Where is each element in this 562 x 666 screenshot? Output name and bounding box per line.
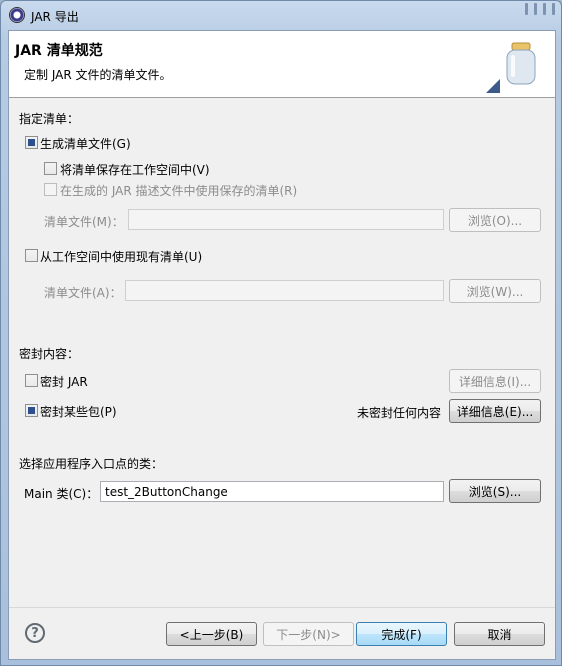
reuse-manifest-checkbox[interactable] [44, 183, 57, 196]
back-button[interactable]: <上一步(B) [166, 622, 257, 646]
entry-section-label: 选择应用程序入口点的类： [19, 457, 164, 471]
eclipse-icon [9, 7, 25, 23]
seal-section-label: 密封内容： [19, 347, 80, 361]
manifest-section-label: 指定清单： [19, 112, 80, 126]
manifest-file-input[interactable] [128, 209, 444, 230]
cancel-button[interactable]: 取消 [454, 622, 545, 646]
browse-existing-manifest-button[interactable]: 浏览(W)... [449, 279, 541, 303]
save-manifest-checkbox[interactable] [44, 162, 57, 175]
main-class-label: Main 类(C)： [24, 487, 99, 501]
header-banner: JAR 清单规范 定制 JAR 文件的清单文件。 [9, 31, 555, 98]
seal-packages-checkbox[interactable] [25, 404, 38, 417]
window-controls [525, 3, 555, 15]
page-title: JAR 清单规范 [15, 43, 103, 59]
seal-jar-details-button[interactable]: 详细信息(I)... [449, 369, 541, 393]
wizard-corner-icon [486, 79, 500, 93]
existing-manifest-file-input[interactable] [125, 280, 444, 301]
control-mark [525, 3, 528, 15]
generate-manifest-checkbox[interactable] [25, 136, 38, 149]
dialog-window: JAR 导出 JAR 清单规范 定制 JAR 文件的清单文件。 指定清单： 生成… [0, 0, 562, 666]
browse-manifest-button[interactable]: 浏览(O)... [449, 208, 541, 232]
finish-button[interactable]: 完成(F) [356, 622, 447, 646]
jar-icon [506, 42, 536, 85]
seal-status-text: 未密封任何内容 [357, 406, 442, 420]
dialog-client: JAR 清单规范 定制 JAR 文件的清单文件。 指定清单： 生成清单文件(G)… [8, 30, 556, 660]
generate-manifest-label: 生成清单文件(G) [40, 137, 131, 151]
browse-main-class-button[interactable]: 浏览(S)... [449, 479, 541, 503]
control-mark [552, 3, 555, 15]
page-description: 定制 JAR 文件的清单文件。 [24, 68, 172, 82]
control-mark [543, 3, 546, 15]
seal-packages-label: 密封某些包(P) [40, 405, 117, 419]
next-button[interactable]: 下一步(N)> [263, 622, 354, 646]
footer-separator [9, 607, 555, 608]
control-mark [534, 3, 537, 15]
help-icon[interactable]: ? [25, 623, 45, 643]
title-bar[interactable]: JAR 导出 [1, 1, 561, 31]
existing-manifest-file-label: 清单文件(A)： [44, 286, 122, 300]
manifest-file-label: 清单文件(M)： [44, 215, 124, 229]
main-class-input[interactable] [100, 481, 444, 502]
seal-packages-details-button[interactable]: 详细信息(E)... [449, 399, 541, 423]
seal-jar-checkbox[interactable] [25, 374, 38, 387]
save-manifest-label: 将清单保存在工作空间中(V) [60, 163, 210, 177]
reuse-manifest-label: 在生成的 JAR 描述文件中使用保存的清单(R) [60, 184, 298, 198]
use-existing-manifest-label: 从工作空间中使用现有清单(U) [40, 250, 203, 264]
seal-jar-label: 密封 JAR [40, 375, 88, 389]
use-existing-manifest-checkbox[interactable] [25, 249, 38, 262]
window-title: JAR 导出 [31, 10, 79, 24]
